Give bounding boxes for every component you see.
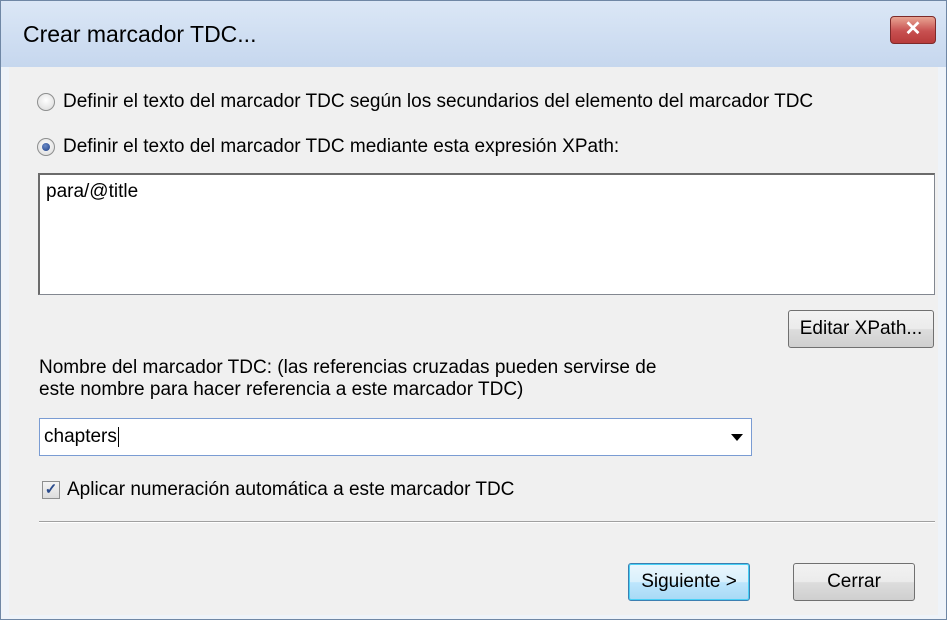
toc-name-label: Nombre del marcador TDC: (las referencia… [39, 357, 739, 401]
toc-name-label-line2: este nombre para hacer referencia a este… [39, 379, 524, 400]
checkmark-icon: ✓ [44, 481, 58, 498]
radio-children-label: Definir el texto del marcador TDC según … [63, 91, 814, 112]
radio-button-children[interactable] [37, 93, 55, 111]
edit-xpath-button[interactable]: Editar XPath... [788, 310, 934, 348]
next-button[interactable]: Siguiente > [628, 563, 750, 601]
radio-button-xpath[interactable] [37, 138, 55, 156]
xpath-expression-textarea[interactable]: para/@title [38, 173, 935, 295]
auto-numbering-checkbox[interactable]: ✓ [42, 481, 60, 499]
separator [39, 521, 935, 523]
xpath-expression-value: para/@title [46, 181, 139, 202]
toc-name-label-line1: Nombre del marcador TDC: (las referencia… [39, 357, 657, 378]
toc-name-combobox[interactable]: chapters [39, 418, 752, 456]
auto-numbering-label: Aplicar numeración automática a este mar… [67, 479, 515, 500]
radio-option-xpath[interactable]: Definir el texto del marcador TDC median… [37, 134, 619, 160]
auto-numbering-option[interactable]: ✓ Aplicar numeración automática a este m… [42, 477, 514, 503]
dialog-title: Crear marcador TDC... [23, 21, 257, 47]
title-bar[interactable]: Crear marcador TDC... ✕ [1, 1, 946, 67]
chevron-down-icon[interactable] [731, 434, 743, 441]
close-window-button[interactable]: ✕ [890, 16, 936, 44]
dialog-body: Definir el texto del marcador TDC según … [9, 67, 938, 615]
toc-name-value: chapters [44, 426, 117, 447]
text-cursor [117, 426, 119, 447]
dialog-window: Crear marcador TDC... ✕ Definir el texto… [0, 0, 947, 620]
close-button[interactable]: Cerrar [793, 563, 915, 601]
close-icon: ✕ [904, 18, 922, 40]
radio-xpath-label: Definir el texto del marcador TDC median… [63, 136, 620, 157]
radio-option-children[interactable]: Definir el texto del marcador TDC según … [37, 89, 813, 115]
